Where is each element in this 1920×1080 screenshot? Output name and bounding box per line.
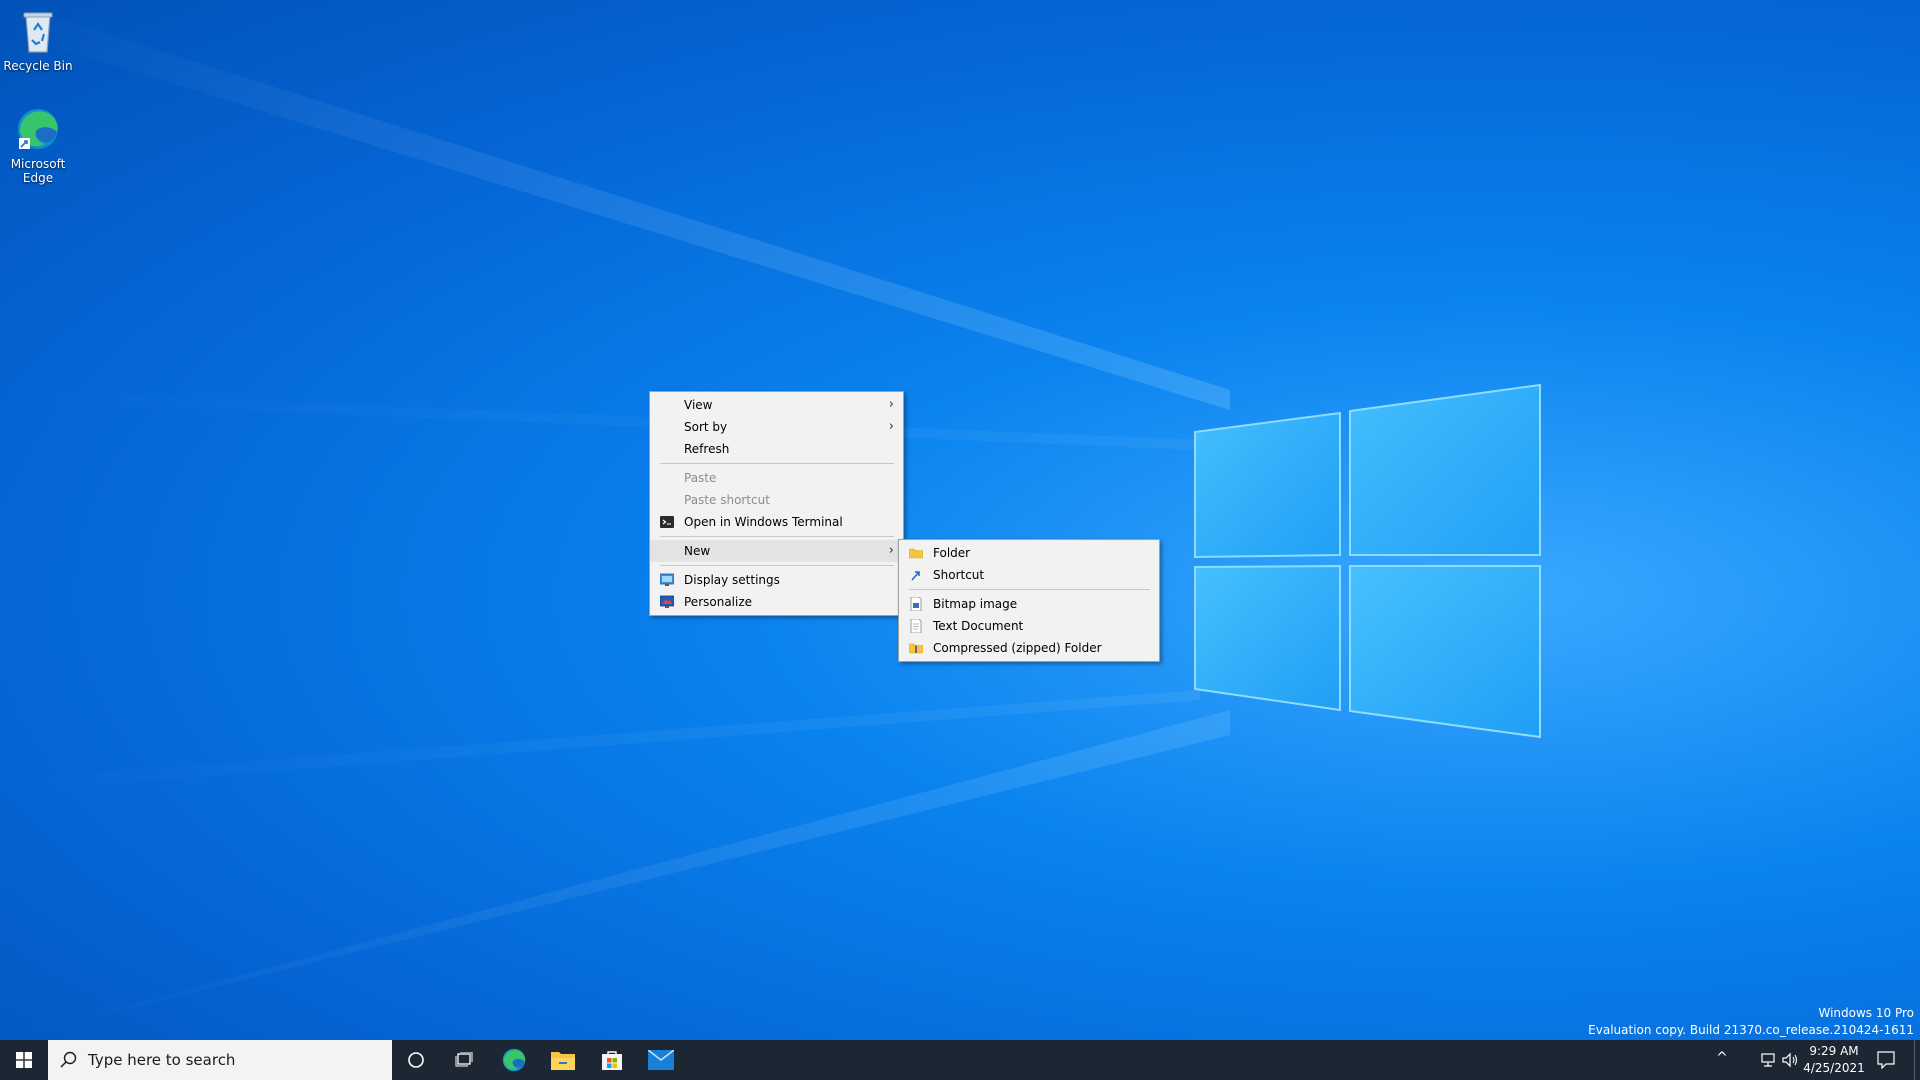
menu-item-label: Refresh (684, 442, 730, 456)
menu-item-refresh[interactable]: Refresh (650, 438, 903, 460)
mail-icon (648, 1050, 674, 1070)
recycle-bin-icon (0, 8, 76, 57)
network-icon[interactable] (1760, 1052, 1778, 1068)
watermark-build: Evaluation copy. Build 21370.co_release.… (1588, 1023, 1914, 1037)
chevron-right-icon: › (888, 543, 894, 558)
menu-item-personalize[interactable]: Personalize (650, 591, 903, 613)
menu-item-label: Compressed (zipped) Folder (933, 641, 1102, 655)
file-explorer-icon (551, 1052, 575, 1070)
desktop-context-menu: View › Sort by › Refresh Paste Paste sho… (649, 391, 904, 616)
store-icon (602, 1051, 622, 1070)
submenu-item-zip-folder[interactable]: Compressed (zipped) Folder (899, 637, 1159, 659)
notifications-icon[interactable] (1877, 1051, 1895, 1069)
show-desktop-button[interactable] (1914, 1040, 1920, 1080)
menu-item-label: Paste shortcut (684, 493, 770, 507)
menu-separator (909, 589, 1150, 590)
zip-folder-icon (909, 643, 923, 654)
menu-item-display-settings[interactable]: Display settings (650, 569, 903, 591)
menu-item-new[interactable]: New › (650, 540, 903, 562)
menu-item-label: Folder (933, 546, 971, 560)
submenu-item-bitmap[interactable]: Bitmap image (899, 593, 1159, 615)
windows-evaluation-watermark: Windows 10 Pro Evaluation copy. Build 21… (1588, 1005, 1914, 1039)
desktop-icon-edge[interactable]: Microsoft Edge (0, 106, 76, 185)
menu-separator (660, 463, 894, 464)
new-submenu: Folder Shortcut Bitmap image Text Docume… (898, 539, 1160, 662)
microsoft-store-button[interactable] (588, 1040, 636, 1080)
menu-item-label: Display settings (684, 573, 780, 587)
submenu-item-shortcut[interactable]: Shortcut (899, 564, 1159, 586)
menu-item-label: New (684, 544, 711, 558)
menu-item-view[interactable]: View › (650, 394, 903, 416)
menu-item-label: Paste (684, 471, 717, 485)
file-explorer-button[interactable] (539, 1040, 587, 1080)
submenu-item-folder[interactable]: Folder (899, 542, 1159, 564)
cortana-icon (408, 1052, 424, 1068)
chevron-up-icon: ^ (1716, 1050, 1728, 1066)
terminal-icon (660, 516, 674, 528)
personalize-icon (660, 595, 674, 608)
menu-item-sort-by[interactable]: Sort by › (650, 416, 903, 438)
menu-item-label: Sort by (684, 420, 728, 434)
clock-date: 4/25/2021 (1803, 1061, 1865, 1075)
menu-item-label: Bitmap image (933, 597, 1018, 611)
edge-icon (0, 106, 76, 155)
desktop-icon-label: Microsoft Edge (10, 157, 66, 185)
menu-item-paste-shortcut: Paste shortcut (650, 489, 903, 511)
edge-icon (502, 1048, 526, 1072)
chevron-right-icon: › (888, 397, 894, 412)
search-icon (60, 1051, 77, 1068)
windows-logo-icon (16, 1052, 32, 1068)
menu-separator (660, 536, 894, 537)
task-view-button[interactable] (440, 1040, 488, 1080)
search-placeholder: Type here to search (88, 1051, 236, 1069)
clock-time: 9:29 AM (1809, 1044, 1859, 1058)
display-icon (660, 573, 674, 586)
desktop-icon-recycle-bin[interactable]: Recycle Bin (0, 8, 76, 73)
menu-item-label: Shortcut (933, 568, 985, 582)
menu-item-label: View (684, 398, 713, 412)
desktop-wallpaper (0, 0, 1541, 1040)
cortana-button[interactable] (392, 1040, 440, 1080)
taskbar-edge-button[interactable] (490, 1040, 538, 1080)
start-button[interactable] (0, 1040, 48, 1080)
taskbar: Type here to search ^ 9:29 AM 4/25/2021 (0, 1040, 1920, 1080)
menu-item-label: Open in Windows Terminal (684, 515, 843, 529)
menu-item-label: Text Document (933, 619, 1024, 633)
clock[interactable]: 9:29 AM 4/25/2021 (1798, 1043, 1870, 1077)
desktop-icon-label: Recycle Bin (3, 59, 73, 73)
menu-separator (660, 565, 894, 566)
menu-item-open-terminal[interactable]: Open in Windows Terminal (650, 511, 903, 533)
submenu-item-text-document[interactable]: Text Document (899, 615, 1159, 637)
show-hidden-icons-button[interactable]: ^ (1714, 1050, 1730, 1066)
taskbar-search-box[interactable]: Type here to search (48, 1040, 392, 1080)
shortcut-icon (911, 571, 920, 581)
bitmap-icon (910, 597, 922, 611)
folder-icon (909, 548, 923, 559)
task-view-icon (455, 1052, 473, 1067)
chevron-right-icon: › (888, 419, 894, 434)
text-document-icon (910, 619, 922, 633)
menu-item-label: Personalize (684, 595, 753, 609)
menu-item-paste: Paste (650, 467, 903, 489)
mail-button[interactable] (637, 1040, 685, 1080)
watermark-edition: Windows 10 Pro (1818, 1006, 1914, 1020)
